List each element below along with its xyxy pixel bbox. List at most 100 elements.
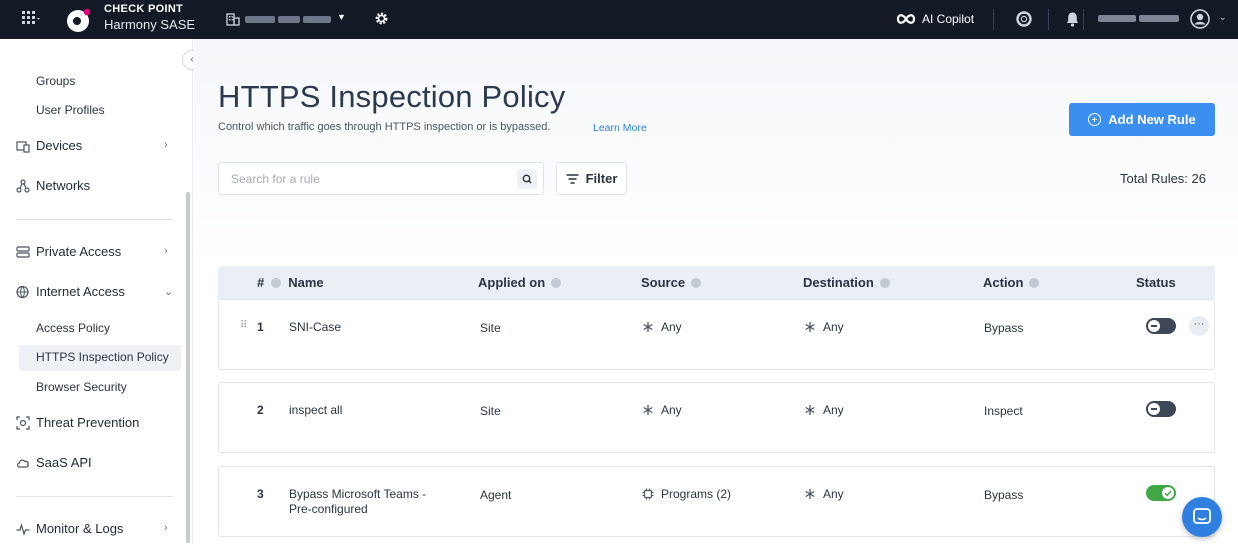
info-icon[interactable] xyxy=(1029,277,1040,288)
column-header-source[interactable]: Source xyxy=(641,275,702,290)
rule-applied-on: Site xyxy=(480,321,501,335)
rule-destination[interactable]: Any xyxy=(804,487,844,501)
sidebar-item-browser-security[interactable]: Browser Security xyxy=(36,380,127,394)
rule-source-label: Programs (2) xyxy=(661,487,732,501)
table-row[interactable]: 3 Bypass Microsoft Teams - Pre-configure… xyxy=(218,466,1215,537)
add-new-rule-button[interactable]: Add New Rule xyxy=(1069,103,1215,136)
info-icon[interactable] xyxy=(691,277,702,288)
cloud-icon xyxy=(17,458,29,468)
sidebar-item-networks[interactable]: Networks xyxy=(16,178,90,193)
drag-handle-icon[interactable]: ⠿ xyxy=(240,320,247,331)
lifebuoy-help-icon[interactable] xyxy=(1016,11,1032,27)
brand-name: CHECK POINT xyxy=(104,3,184,15)
asterisk-icon xyxy=(805,489,815,499)
filter-button[interactable]: Filter xyxy=(556,162,627,195)
sidebar-item-private-access[interactable]: Private Access xyxy=(16,244,121,259)
top-bar: CHECK POINT Harmony SASE ▼ AI Copilot ⌄ xyxy=(0,0,1238,39)
chevron-right-icon[interactable]: › xyxy=(164,139,168,151)
sidebar-item-label: Devices xyxy=(36,138,83,153)
sidebar-item-https-inspection-policy[interactable]: HTTPS Inspection Policy xyxy=(36,350,169,364)
sidebar-item-groups[interactable]: Groups xyxy=(36,74,75,88)
column-header-label: Applied on xyxy=(478,275,546,290)
sidebar-item-internet-access[interactable]: Internet Access xyxy=(16,284,125,299)
rule-applied-on: Site xyxy=(480,404,501,418)
toggle-knob xyxy=(1148,320,1160,332)
sidebar-scrollbar[interactable] xyxy=(186,192,190,543)
column-header-label: # xyxy=(257,275,265,290)
column-header-destination[interactable]: Destination xyxy=(803,275,890,290)
sidebar-item-devices[interactable]: Devices xyxy=(16,138,82,153)
column-header-applied-on[interactable]: Applied on xyxy=(478,275,562,290)
rule-name[interactable]: Bypass Microsoft Teams - xyxy=(289,487,426,501)
chevron-right-icon[interactable]: › xyxy=(164,522,168,534)
chip-icon xyxy=(642,488,654,500)
divider xyxy=(16,219,173,220)
chevron-right-icon[interactable]: › xyxy=(164,245,168,257)
status-toggle[interactable] xyxy=(1146,318,1176,334)
sidebar-item-saas-api[interactable]: SaaS API xyxy=(16,455,92,470)
rule-action: Bypass xyxy=(984,488,1024,502)
toggle-knob xyxy=(1148,403,1160,415)
table-row[interactable]: ⠿ 1 SNI-Case Site Any Any Bypass ··· xyxy=(218,299,1215,370)
status-toggle[interactable] xyxy=(1146,485,1176,501)
sidebar-item-label: Internet Access xyxy=(36,284,125,299)
app-launcher-icon[interactable] xyxy=(22,11,40,27)
search-input[interactable] xyxy=(219,163,509,194)
column-header-status[interactable]: Status xyxy=(1136,275,1176,290)
chat-support-button[interactable] xyxy=(1182,497,1222,537)
sidebar-item-monitor-logs[interactable]: Monitor & Logs xyxy=(16,521,123,536)
check-point-logo-icon xyxy=(67,8,91,32)
rule-name[interactable]: SNI-Case xyxy=(289,320,341,334)
divider xyxy=(1083,9,1084,30)
infinity-icon[interactable] xyxy=(896,12,916,26)
column-header-action[interactable]: Action xyxy=(983,275,1040,290)
ai-copilot-button[interactable]: AI Copilot xyxy=(922,12,974,26)
sidebar-item-threat-prevention[interactable]: Threat Prevention xyxy=(16,415,139,430)
rule-destination[interactable]: Any xyxy=(804,403,844,417)
rule-destination[interactable]: Any xyxy=(804,320,844,334)
user-avatar-icon[interactable] xyxy=(1190,9,1210,29)
column-header-label: Action xyxy=(983,275,1024,290)
rule-source[interactable]: Any xyxy=(642,403,682,417)
divider xyxy=(16,496,173,497)
rule-source[interactable]: Any xyxy=(642,320,682,334)
chevron-down-icon[interactable]: ⌄ xyxy=(1219,12,1227,23)
info-icon[interactable] xyxy=(551,277,562,288)
search-button[interactable] xyxy=(517,169,537,189)
gear-icon[interactable] xyxy=(374,11,389,26)
status-toggle[interactable] xyxy=(1146,401,1176,417)
chevron-down-icon[interactable]: ▼ xyxy=(337,12,346,22)
devices-icon xyxy=(16,140,30,153)
rule-destination-label: Any xyxy=(823,487,844,501)
pulse-icon xyxy=(16,522,30,536)
sidebar-item-label: Networks xyxy=(36,178,91,193)
sidebar-item-access-policy[interactable]: Access Policy xyxy=(36,321,110,335)
rule-search xyxy=(218,162,544,195)
user-name[interactable] xyxy=(1098,15,1182,30)
table-header: # Name Applied on Source Destination Act… xyxy=(218,266,1215,299)
rule-number: 3 xyxy=(257,487,264,501)
asterisk-icon xyxy=(643,405,653,415)
sidebar-item-user-profiles[interactable]: User Profiles xyxy=(36,103,105,117)
table-row[interactable]: 2 inspect all Site Any Any Inspect xyxy=(218,382,1215,453)
building-icon xyxy=(226,13,240,26)
chevron-down-icon[interactable]: ⌄ xyxy=(164,285,173,298)
more-options-button[interactable]: ··· xyxy=(1189,316,1209,336)
sidebar-item-label: SaaS API xyxy=(36,455,92,470)
rule-name[interactable]: inspect all xyxy=(289,403,342,417)
divider xyxy=(993,9,994,30)
rule-source-label: Any xyxy=(661,403,682,417)
column-header-label: Status xyxy=(1136,275,1176,290)
bell-icon[interactable] xyxy=(1065,11,1080,27)
network-icon xyxy=(16,178,30,193)
product-name: Harmony SASE xyxy=(104,17,196,32)
column-header-number[interactable]: # Name xyxy=(257,275,324,290)
info-icon[interactable] xyxy=(271,277,282,288)
rule-source[interactable]: Programs (2) xyxy=(642,487,731,501)
info-icon[interactable] xyxy=(879,277,890,288)
main-content: HTTPS Inspection Policy Control which tr… xyxy=(194,39,1238,544)
check-icon xyxy=(1164,490,1172,497)
tenant-selector[interactable] xyxy=(245,13,335,25)
learn-more-link[interactable]: Learn More xyxy=(593,122,647,134)
rule-number: 2 xyxy=(257,403,264,417)
